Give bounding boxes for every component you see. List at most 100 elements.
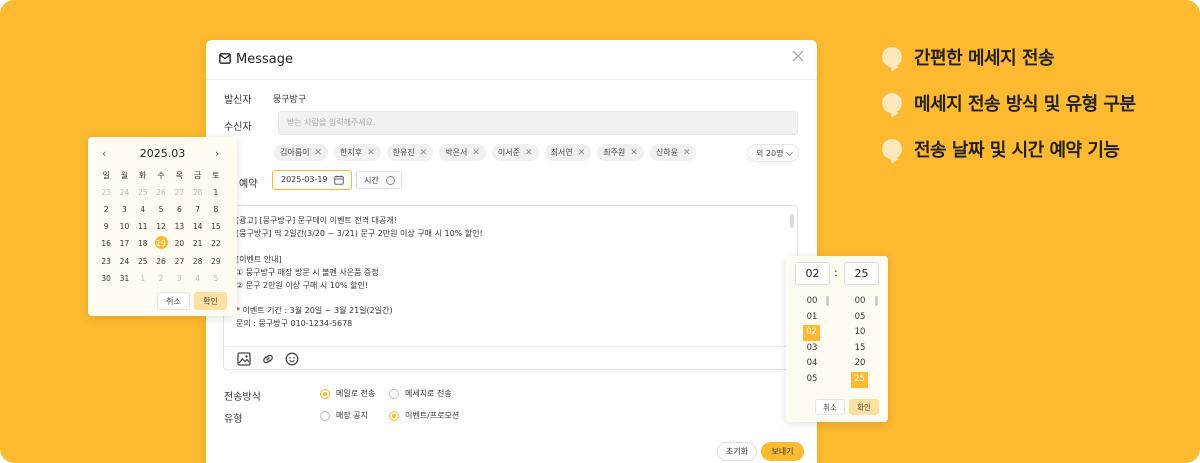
calendar-day[interactable]: 17 (115, 239, 133, 248)
reset-button[interactable]: 초기화 (717, 442, 757, 461)
send-button[interactable]: 보내기 (761, 442, 804, 461)
remove-icon[interactable]: ✕ (525, 148, 533, 158)
recipient-chip[interactable]: 최주원 ✕ (597, 144, 644, 161)
calendar-day[interactable]: 1 (134, 274, 152, 283)
speech-bubble-icon (882, 139, 902, 159)
calendar-day[interactable]: 15 (207, 222, 225, 231)
calendar-day[interactable]: 22 (207, 239, 225, 248)
calendar-day[interactable]: 31 (115, 274, 133, 283)
next-month-button[interactable]: › (215, 147, 219, 160)
calendar-day[interactable]: 21 (188, 239, 206, 248)
time-cancel-button[interactable]: 취소 (815, 399, 845, 415)
recipient-chip[interactable]: 이서준 ✕ (491, 144, 539, 161)
calendar-day[interactable]: 3 (170, 274, 188, 283)
calendar-day[interactable]: 9 (97, 222, 115, 231)
calendar-day[interactable]: 2 (97, 205, 115, 214)
remove-icon[interactable]: ✕ (472, 148, 480, 158)
calendar-day[interactable]: 1 (207, 188, 225, 197)
calendar-day[interactable]: 28 (188, 257, 206, 266)
calendar-day[interactable]: 13 (170, 222, 188, 231)
recipient-chip[interactable]: 최서연 ✕ (544, 144, 592, 161)
recipient-chip[interactable]: 한지후 ✕ (334, 144, 381, 161)
calendar-day-text: 7 (195, 205, 201, 215)
recipient-chip[interactable]: 박은서 ✕ (439, 144, 486, 161)
calendar-day[interactable]: 16 (97, 239, 115, 248)
calendar-day[interactable]: 29 (207, 257, 225, 266)
calendar-day[interactable]: 14 (188, 222, 206, 231)
minute-list[interactable]: 00 05 10 15 20 25 (845, 294, 875, 388)
calendar-day[interactable]: 26 (152, 257, 170, 266)
recipient-chip[interactable]: 한유진 ✕ (386, 144, 434, 161)
calendar-day[interactable]: 4 (188, 274, 206, 283)
minute-option[interactable]: 15 (845, 341, 875, 357)
type-option-notice[interactable]: 매장 공지 (320, 410, 368, 421)
minute-field[interactable]: 25 (844, 262, 879, 285)
calendar-day[interactable]: 27 (170, 188, 188, 197)
minute-option[interactable]: 20 (845, 356, 875, 372)
hour-option[interactable]: 00 (797, 294, 827, 310)
hour-option[interactable]: 04 (797, 356, 827, 372)
textarea-scrollbar[interactable] (790, 214, 794, 228)
calendar-day[interactable]: 27 (170, 257, 188, 266)
message-body-textarea[interactable]: [광고] [뭉구방구] 문구데이 이벤트 전격 대공개! [뭉구방구] 딱 2일… (223, 205, 798, 370)
remove-icon[interactable]: ✕ (578, 148, 586, 158)
type-option-event[interactable]: 이벤트/프로모션 (389, 410, 459, 421)
calendar-day[interactable]: 6 (170, 205, 188, 214)
remove-icon[interactable]: ✕ (420, 148, 428, 158)
schedule-date-input[interactable]: 2025-03-19 (272, 170, 352, 190)
minute-option[interactable]: 00 (845, 294, 875, 310)
hour-option[interactable]: 05 (797, 372, 827, 388)
minute-option-selected[interactable]: 25 (851, 371, 868, 388)
method-option-message[interactable]: 메세지로 전송 (389, 388, 452, 399)
calendar-cancel-button[interactable]: 취소 (157, 292, 190, 310)
hour-scrollbar[interactable] (826, 296, 829, 306)
calendar-day[interactable]: 25 (134, 257, 152, 266)
link-icon[interactable] (261, 352, 275, 366)
calendar-day[interactable]: 30 (97, 274, 115, 283)
minute-option[interactable]: 05 (845, 310, 875, 326)
hour-option[interactable]: 01 (797, 310, 827, 326)
calendar-day[interactable]: 25 (134, 188, 152, 197)
recipient-chip[interactable]: 김아름이 ✕ (274, 144, 328, 161)
calendar-day[interactable]: 24 (115, 188, 133, 197)
time-confirm-button[interactable]: 확인 (849, 399, 879, 415)
calendar-day[interactable]: 11 (134, 222, 152, 231)
calendar-day-text: 14 (192, 222, 203, 232)
remove-icon[interactable]: ✕ (367, 148, 375, 158)
calendar-day[interactable]: 5 (207, 274, 225, 283)
method-option-email[interactable]: 메일로 전송 (320, 388, 375, 399)
more-recipients-dropdown[interactable]: 외 20명 (747, 144, 799, 162)
emoji-icon[interactable] (285, 352, 299, 366)
calendar-day[interactable]: 20 (170, 239, 188, 248)
calendar-confirm-button[interactable]: 확인 (194, 292, 227, 310)
calendar-day[interactable]: 7 (188, 205, 206, 214)
calendar-day[interactable]: 3 (115, 205, 133, 214)
remove-icon[interactable]: ✕ (314, 148, 322, 158)
calendar-day[interactable]: 8 (207, 205, 225, 214)
calendar-day[interactable]: 18 (134, 239, 152, 248)
close-icon[interactable] (791, 49, 805, 63)
calendar-day[interactable]: 4 (134, 205, 152, 214)
calendar-day[interactable]: 10 (115, 222, 133, 231)
calendar-day[interactable]: 28 (188, 188, 206, 197)
hour-option[interactable]: 03 (797, 341, 827, 357)
minute-scrollbar[interactable] (875, 296, 878, 306)
time-button[interactable]: 시간 (356, 171, 402, 189)
calendar-day[interactable]: 24 (115, 257, 133, 266)
recipient-input[interactable]: 받는 사람을 입력해주세요. (278, 111, 798, 135)
hour-field[interactable]: 02 (795, 262, 830, 285)
minute-option[interactable]: 10 (845, 325, 875, 341)
hour-list[interactable]: 00 01 02 03 04 05 (797, 294, 827, 388)
calendar-day[interactable]: 23 (97, 188, 115, 197)
calendar-day-selected[interactable]: 19 (152, 236, 170, 250)
calendar-day[interactable]: 26 (152, 188, 170, 197)
hour-option-selected[interactable]: 02 (803, 325, 820, 341)
image-icon[interactable] (237, 352, 251, 366)
recipient-chip[interactable]: 신하윤 ✕ (649, 144, 697, 161)
remove-icon[interactable]: ✕ (630, 148, 638, 158)
calendar-day[interactable]: 12 (152, 222, 170, 231)
remove-icon[interactable]: ✕ (683, 148, 691, 158)
calendar-day[interactable]: 2 (152, 274, 170, 283)
calendar-day[interactable]: 5 (152, 205, 170, 214)
calendar-day[interactable]: 23 (97, 257, 115, 266)
